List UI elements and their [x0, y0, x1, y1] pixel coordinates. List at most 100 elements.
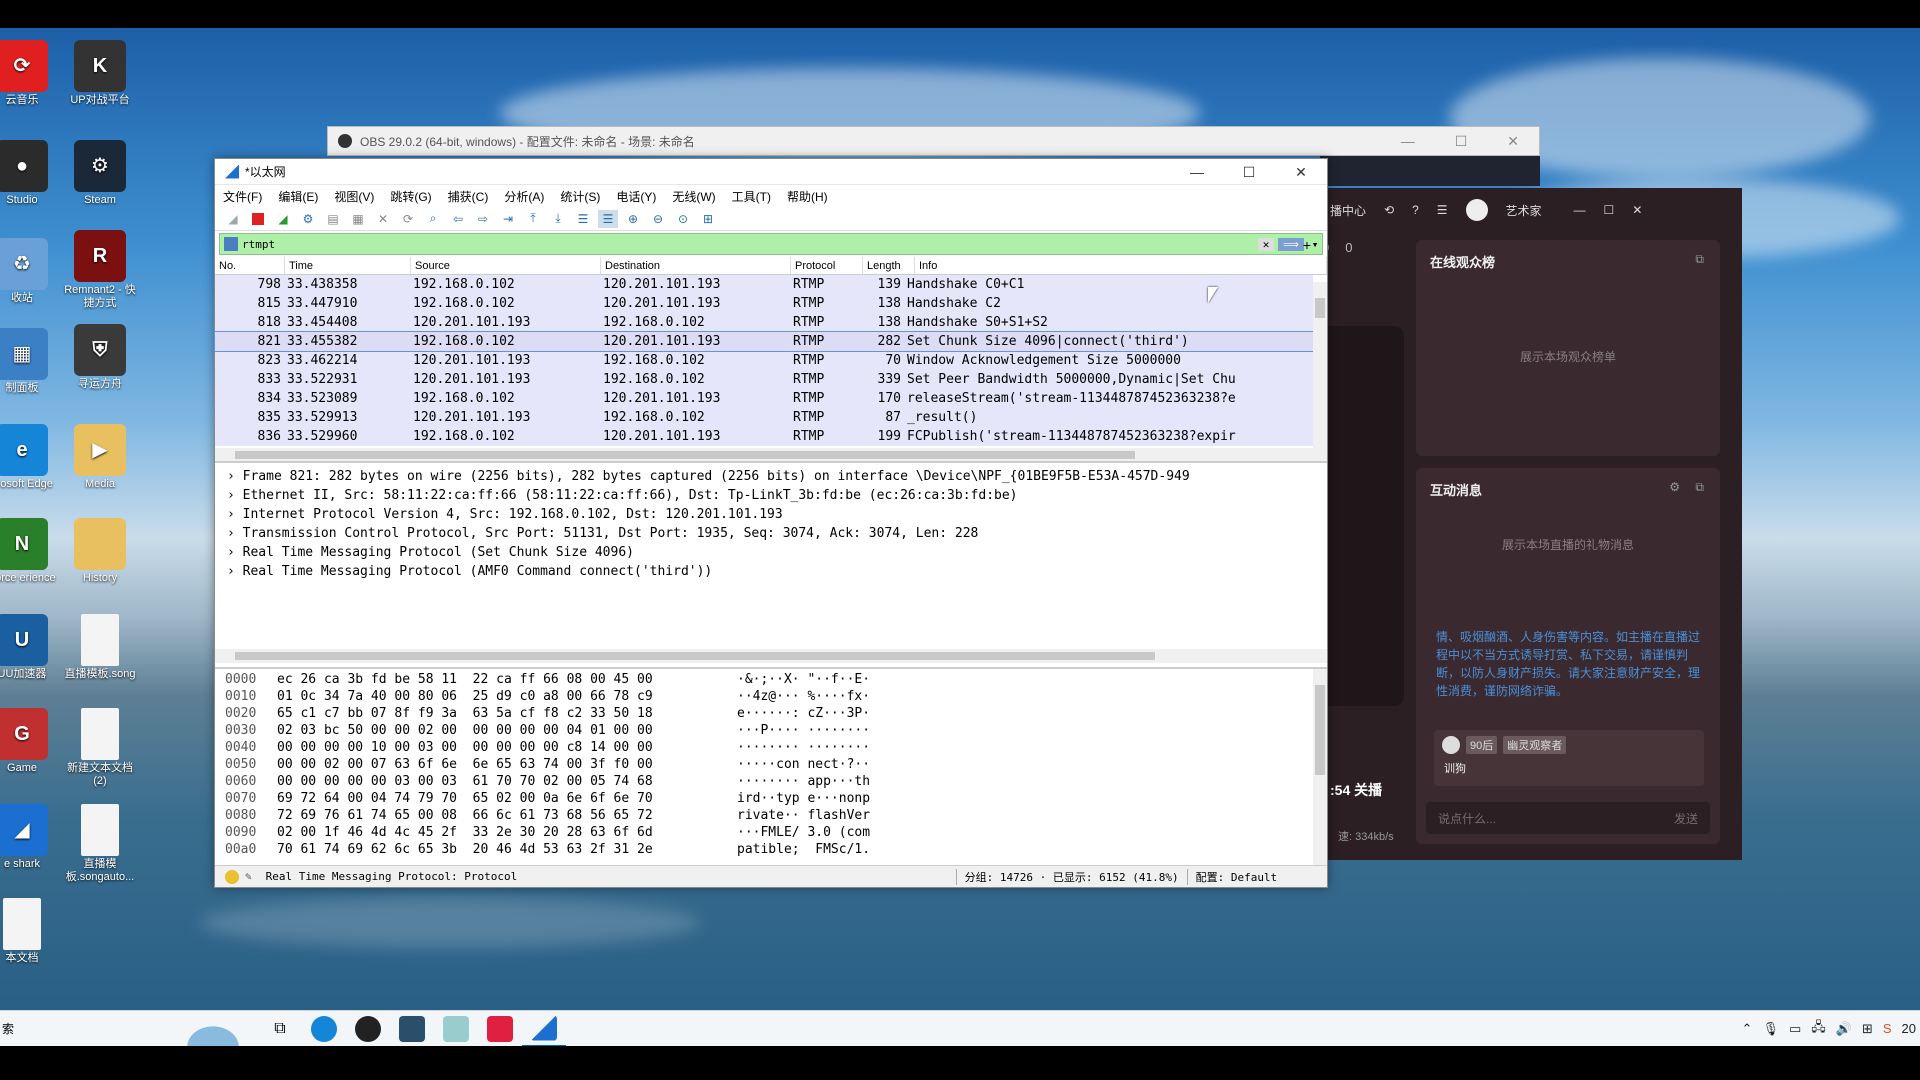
capture-options-icon[interactable]: ⚙	[298, 210, 318, 228]
packet-row[interactable]: 836 33.529960 192.168.0.102 120.201.101.193…	[215, 427, 1313, 446]
detail-tree-item[interactable]: › Real Time Messaging Protocol (Set Chun…	[215, 543, 1327, 562]
clock[interactable]: 20	[1902, 1021, 1916, 1036]
desktop-icon-steam[interactable]: ⚙ Steam	[60, 140, 140, 207]
desktop-icon-wireshark[interactable]: ◢ e shark	[0, 804, 62, 871]
clear-filter-icon[interactable]: ✕	[1258, 237, 1274, 251]
menu-item-3[interactable]: 跳转(G)	[390, 188, 431, 205]
close-icon[interactable]: ✕	[1632, 203, 1642, 217]
task-view-button[interactable]: ⧉	[258, 1011, 302, 1047]
menu-item-10[interactable]: 帮助(H)	[787, 188, 828, 205]
add-filter-icon[interactable]: +	[1303, 237, 1311, 253]
hex-row[interactable]: 0020 65 c1 c7 bb 07 8f f9 3a 63 5a cf f8 …	[215, 705, 1327, 722]
col-length[interactable]: Length	[863, 257, 915, 274]
detail-tree-item[interactable]: › Ethernet II, Src: 58:11:22:ca:ff:66 (5…	[215, 486, 1327, 505]
expand-arrow-icon[interactable]: ›	[227, 545, 243, 560]
col-time[interactable]: Time	[285, 257, 411, 274]
menu-item-5[interactable]: 分析(A)	[504, 188, 544, 205]
hex-row[interactable]: 0000 ec 26 ca 3b fd be 58 11 22 ca ff 66 …	[215, 671, 1327, 688]
col-source[interactable]: Source	[411, 257, 601, 274]
expand-arrow-icon[interactable]: ›	[227, 564, 243, 579]
hex-row[interactable]: 00a0 70 61 74 69 62 6c 65 3b 20 46 4d 53 …	[215, 841, 1327, 858]
chat-input[interactable]: 说点什么... 发送	[1426, 802, 1710, 834]
menu-item-8[interactable]: 无线(W)	[672, 188, 715, 205]
minimize-icon[interactable]: —	[1574, 203, 1586, 217]
expand-arrow-icon[interactable]: ›	[227, 488, 243, 503]
menu-item-1[interactable]: 编辑(E)	[278, 188, 318, 205]
maximize-icon[interactable]: ☐	[1604, 203, 1615, 217]
packet-list-hscroll[interactable]	[215, 448, 1313, 462]
zoom-out-icon[interactable]: ⊖	[648, 210, 668, 228]
close-file-icon[interactable]: ✕	[373, 210, 393, 228]
taskbar-app5[interactable]	[478, 1011, 522, 1047]
desktop-icon-remnant[interactable]: R Remnant2 - 快捷方式	[60, 230, 140, 310]
hex-row[interactable]: 0060 00 00 00 00 00 03 00 03 61 70 70 02 …	[215, 773, 1327, 790]
obs-window-titlebar[interactable]: OBS 29.0.2 (64-bit, windows) - 配置文件: 未命名…	[327, 126, 1540, 156]
desktop-icon-recycle-bin[interactable]: ♻ 收站	[0, 238, 62, 305]
ime-icon[interactable]: ⊞	[1862, 1021, 1873, 1037]
close-icon[interactable]: ✕	[1507, 133, 1519, 150]
desktop-icon-pavilion[interactable]: ⛨ 寻运方舟	[60, 324, 140, 391]
expert-info-icon[interactable]	[225, 869, 239, 884]
menu-item-7[interactable]: 电话(Y)	[616, 188, 656, 205]
popout-icon[interactable]: ⧉	[1695, 480, 1704, 495]
bookmark-icon[interactable]	[224, 237, 238, 251]
desktop-icon-netease-music[interactable]: ⟳ 云音乐	[0, 40, 62, 107]
hex-row[interactable]: 0030 02 03 bc 50 00 00 02 00 00 00 00 00 …	[215, 722, 1327, 739]
stop-capture-icon[interactable]	[248, 210, 268, 228]
details-hscroll[interactable]	[215, 649, 1327, 663]
detail-tree-item[interactable]: › Transmission Control Protocol, Src Por…	[215, 524, 1327, 543]
desktop-icon-up-platform[interactable]: K UP对战平台	[60, 40, 140, 107]
display-filter-bar[interactable]: rtmpt ✕ ⟹ ▾	[219, 233, 1323, 255]
packet-row[interactable]: 834 33.523089 192.168.0.102 120.201.101.193…	[215, 389, 1313, 408]
menu-item-6[interactable]: 统计(S)	[560, 188, 600, 205]
help-icon[interactable]: ?	[1412, 203, 1419, 217]
find-packet-icon[interactable]: ⌕	[423, 210, 443, 228]
bytes-scrollbar[interactable]	[1313, 669, 1327, 865]
show-hidden-icon[interactable]: ⌃	[1742, 1021, 1753, 1037]
taskbar-obs[interactable]	[346, 1011, 390, 1047]
stop-live-button[interactable]: :54 关播	[1330, 780, 1382, 800]
packet-row[interactable]: 835 33.529913 120.201.101.193 192.168.0.102…	[215, 408, 1313, 427]
packet-row[interactable]: 833 33.522931 120.201.101.193 192.168.0.102…	[215, 370, 1313, 389]
avatar[interactable]	[1465, 199, 1488, 221]
expand-arrow-icon[interactable]: ›	[227, 526, 243, 541]
edit-comment-icon[interactable]: ✎	[245, 870, 252, 883]
maximize-icon[interactable]: ☐	[1455, 133, 1468, 150]
hex-row[interactable]: 0070 69 72 64 00 04 74 79 70 65 02 00 0a …	[215, 790, 1327, 807]
go-back-icon[interactable]: ⇦	[448, 210, 468, 228]
go-first-icon[interactable]: ⤒	[523, 210, 543, 228]
menu-icon[interactable]: ☰	[1437, 203, 1448, 217]
detail-tree-item[interactable]: › Real Time Messaging Protocol (AMF0 Com…	[215, 562, 1327, 581]
desktop-icon-text-doc[interactable]: 本文档	[0, 898, 62, 965]
packet-row[interactable]: 798 33.438358 192.168.0.102 120.201.101.193…	[215, 275, 1313, 294]
autoscroll-icon[interactable]: ☰	[573, 210, 593, 228]
hex-row[interactable]: 0010 01 0c 34 7a 40 00 80 06 25 d9 c0 a8 …	[215, 688, 1327, 705]
taskbar-wireshark[interactable]	[522, 1011, 566, 1047]
detail-tree-item[interactable]: › Internet Protocol Version 4, Src: 192.…	[215, 505, 1327, 524]
settings-icon[interactable]: ⚙	[1669, 480, 1680, 494]
zoom-reset-icon[interactable]: ⊙	[673, 210, 693, 228]
network-icon[interactable]: 🖧	[1811, 1018, 1826, 1040]
packet-row[interactable]: 821 33.455382 192.168.0.102 120.201.101.193…	[214, 331, 1314, 352]
hex-row[interactable]: 0090 02 00 1f 46 4d 4c 45 2f 33 2e 30 20 …	[215, 824, 1327, 841]
microphone-icon[interactable]: 🎙	[1762, 1021, 1779, 1037]
search-box[interactable]: 索	[0, 1020, 24, 1037]
desktop-icon-obs-studio[interactable]: ● Studio	[0, 140, 62, 207]
desktop-icon-uu-accelerator[interactable]: U UU加速器	[0, 614, 62, 681]
menu-item-4[interactable]: 捕获(C)	[448, 188, 489, 205]
col-no[interactable]: No.	[215, 257, 285, 274]
refresh-icon[interactable]: ⟲	[1384, 203, 1394, 217]
close-icon[interactable]: ✕	[1275, 159, 1327, 185]
minimize-icon[interactable]: —	[1171, 159, 1223, 185]
menu-item-9[interactable]: 工具(T)	[732, 188, 771, 205]
tray-app-icon[interactable]: S	[1883, 1021, 1892, 1036]
volume-icon[interactable]: 🔊	[1836, 1021, 1852, 1037]
zoom-in-icon[interactable]: ⊕	[623, 210, 643, 228]
expand-arrow-icon[interactable]: ›	[227, 507, 243, 522]
col-info[interactable]: Info	[915, 257, 1327, 274]
colorize-icon[interactable]: ☰	[598, 209, 618, 228]
desktop-icon-history-folder[interactable]: History	[60, 518, 140, 585]
taskbar-edge[interactable]	[302, 1011, 346, 1047]
hex-row[interactable]: 0040 00 00 00 00 10 00 03 00 00 00 00 00 …	[215, 739, 1327, 756]
packet-row[interactable]: 818 33.454408 120.201.101.193 192.168.0.102…	[215, 313, 1313, 332]
